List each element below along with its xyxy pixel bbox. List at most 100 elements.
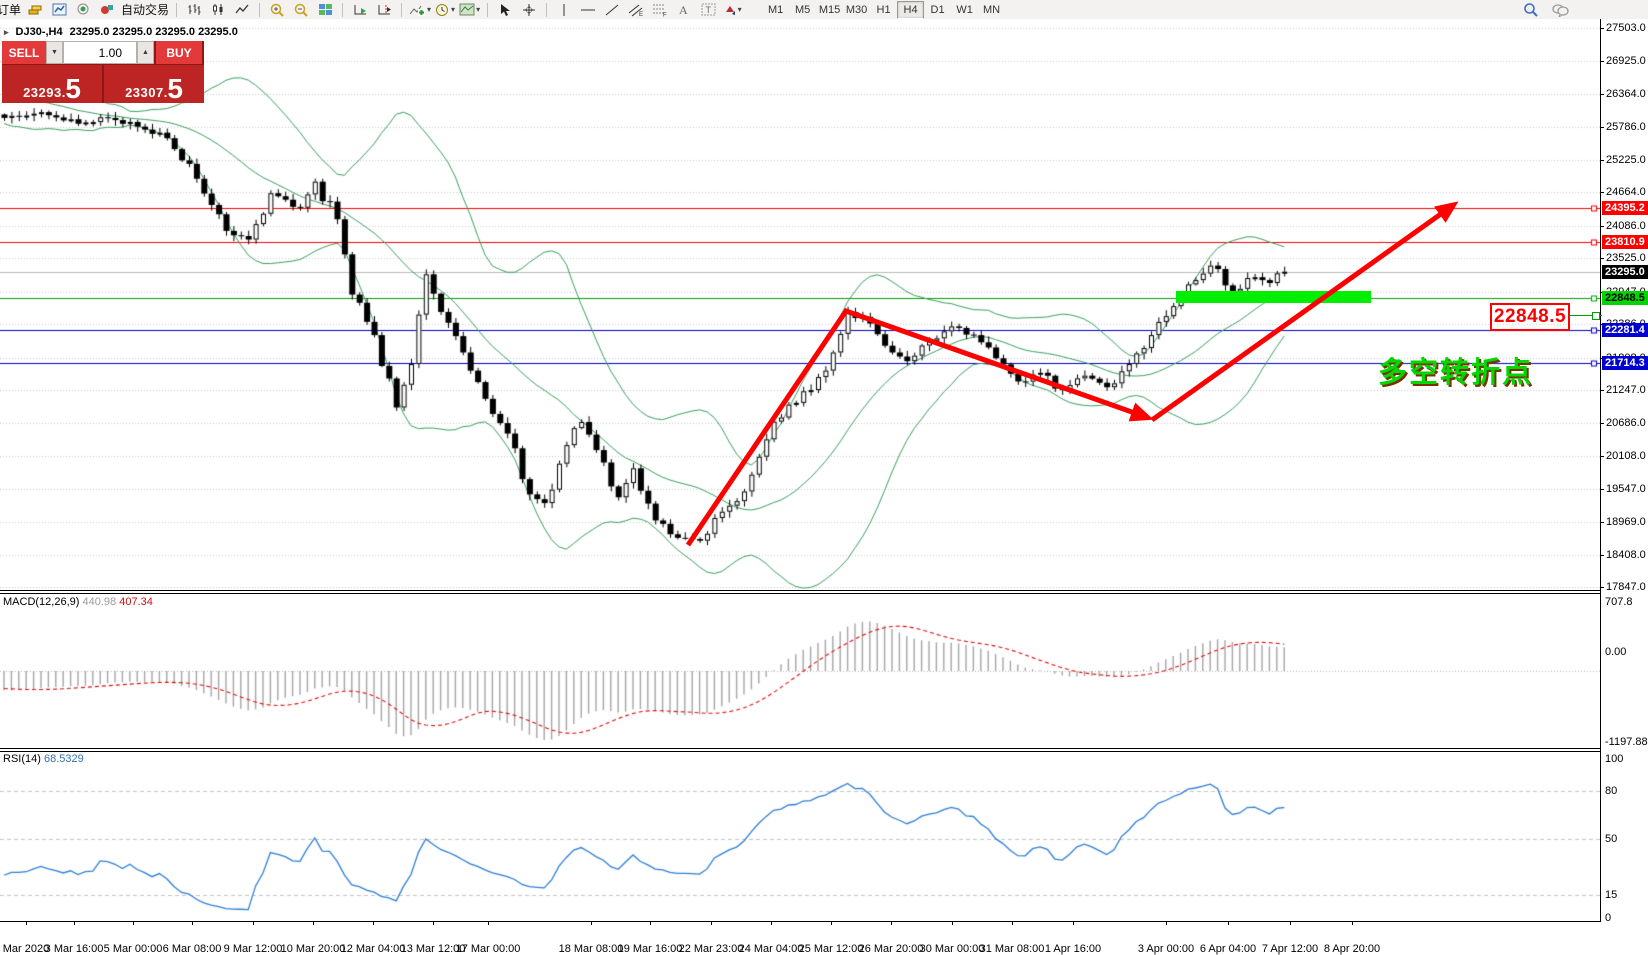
orders-menu[interactable]: 订单 <box>0 1 21 18</box>
mt4-window: 订单 自动交易 ▾ ▾ ▾ E F A T ▾ M1M5M15M30H1H4D1… <box>0 0 1648 939</box>
sell-price-panel[interactable]: 23293.5 <box>2 65 102 103</box>
text-label-tool-icon[interactable]: T <box>698 1 718 18</box>
highlight-bar[interactable] <box>1176 291 1371 303</box>
date-tickmark <box>952 921 953 925</box>
autotrade-icon[interactable] <box>97 1 117 18</box>
trendline-tool-icon[interactable] <box>602 1 622 18</box>
horizontal-line-tool-icon[interactable] <box>578 1 598 18</box>
main-chart-canvas[interactable] <box>0 19 1600 592</box>
volume-input[interactable]: 1.00 <box>63 41 137 64</box>
price-tickmark <box>1600 423 1604 424</box>
date-tickmark <box>1352 921 1353 925</box>
date-tick-label: 24 Mar 04:00 <box>739 943 804 955</box>
date-tick-label: 3 Apr 00:00 <box>1138 943 1194 955</box>
pane-splitter[interactable] <box>0 748 1601 749</box>
separator <box>342 3 343 17</box>
macd-scale-label: 0.00 <box>1605 646 1626 658</box>
price-tickmark <box>1600 456 1604 457</box>
crosshair-tool-icon[interactable] <box>519 1 539 18</box>
search-icon[interactable] <box>1520 1 1540 18</box>
sell-button[interactable]: SELL <box>2 41 46 64</box>
volume-increase-button[interactable]: ▲ <box>137 41 154 64</box>
signals-icon[interactable] <box>73 1 93 18</box>
rsi-pane-canvas[interactable] <box>0 751 1600 921</box>
date-tick-label: 1 Apr 16:00 <box>1045 943 1101 955</box>
date-tickmark <box>133 921 134 925</box>
line-chart-icon[interactable] <box>232 1 252 18</box>
macd-pane-canvas[interactable] <box>0 594 1600 748</box>
macd-main-value: 440.98 <box>82 596 116 608</box>
auto-scroll-icon[interactable] <box>350 1 370 18</box>
tile-windows-icon[interactable] <box>315 1 335 18</box>
timeframe-button-h1[interactable]: H1 <box>870 1 897 19</box>
price-level-label: 23295.0 <box>1602 265 1648 279</box>
date-tick-label: 12 Mar 04:00 <box>341 943 406 955</box>
pane-splitter[interactable] <box>0 751 1601 752</box>
chart-bottom-border <box>0 921 1601 922</box>
buy-button[interactable]: BUY <box>156 41 202 64</box>
timeframe-button-m5[interactable]: M5 <box>789 1 816 19</box>
date-tick-label: 7 Apr 12:00 <box>1262 943 1318 955</box>
rsi-scale-label: 80 <box>1605 785 1617 797</box>
rsi-value: 68.5329 <box>44 753 84 765</box>
arrows-tool-icon[interactable]: ▾ <box>722 1 742 18</box>
zoom-in-icon[interactable] <box>267 1 287 18</box>
date-tickmark <box>253 921 254 925</box>
turning-point-annotation[interactable]: 多空转折点 <box>1378 349 1533 391</box>
macd-scale-label: -1197.88 <box>1605 736 1648 748</box>
autotrade-button[interactable]: 自动交易 <box>121 1 169 18</box>
date-tickmark <box>1166 921 1167 925</box>
templates-icon[interactable]: ▾ <box>459 1 480 18</box>
svg-text:F: F <box>663 12 667 17</box>
price-box-annotation[interactable]: 22848.5 <box>1490 303 1570 331</box>
chat-icon[interactable] <box>1550 1 1570 18</box>
date-tick-label: 31 Mar 08:00 <box>980 943 1045 955</box>
price-tick: 17847.0 <box>1606 581 1646 593</box>
cursor-tool-icon[interactable] <box>495 1 515 18</box>
fibonacci-tool-icon[interactable]: F <box>650 1 670 18</box>
date-tick-label: 6 Mar 08:00 <box>163 943 222 955</box>
new-order-icon[interactable] <box>25 1 45 18</box>
channel-tool-icon[interactable]: E <box>626 1 646 18</box>
price-axis-line <box>1600 19 1601 921</box>
price-level-label: 23810.9 <box>1602 235 1648 249</box>
timeframe-button-mn[interactable]: MN <box>978 1 1005 19</box>
indicators-icon[interactable]: ▾ <box>409 1 431 18</box>
date-tickmark <box>192 921 193 925</box>
price-tick: 23525.0 <box>1606 252 1646 264</box>
price-tickmark <box>1600 61 1604 62</box>
timeframe-button-m15[interactable]: M15 <box>816 1 843 19</box>
price-tick: 20686.0 <box>1606 417 1646 429</box>
price-tickmark <box>1600 522 1604 523</box>
date-tick-label: 26 Mar 20:00 <box>859 943 924 955</box>
pane-splitter[interactable] <box>0 593 1601 594</box>
price-tick: 20108.0 <box>1606 450 1646 462</box>
vertical-line-tool-icon[interactable] <box>554 1 574 18</box>
timeframe-button-d1[interactable]: D1 <box>924 1 951 19</box>
text-tool-icon[interactable]: A <box>674 1 694 18</box>
zoom-out-icon[interactable] <box>291 1 311 18</box>
timeframes-icon[interactable]: ▾ <box>435 1 455 18</box>
price-tick: 25225.0 <box>1606 154 1646 166</box>
price-tickmark <box>1600 94 1604 95</box>
timeframe-button-w1[interactable]: W1 <box>951 1 978 19</box>
candlestick-chart-icon[interactable] <box>208 1 228 18</box>
svg-text:T: T <box>705 5 711 15</box>
buy-price-panel[interactable]: 23307.5 <box>104 65 204 103</box>
timeframe-button-h4[interactable]: H4 <box>897 1 924 19</box>
timeframe-button-m1[interactable]: M1 <box>762 1 789 19</box>
bar-chart-icon[interactable] <box>184 1 204 18</box>
price-tick: 24086.0 <box>1606 220 1646 232</box>
market-watch-icon[interactable] <box>49 1 69 18</box>
volume-decrease-button[interactable]: ▼ <box>46 41 63 64</box>
separator <box>487 3 488 17</box>
timeframe-button-m30[interactable]: M30 <box>843 1 870 19</box>
chart-shift-icon[interactable] <box>374 1 394 18</box>
pane-splitter[interactable] <box>0 590 1601 591</box>
date-tickmark <box>1073 921 1074 925</box>
date-tickmark <box>711 921 712 925</box>
date-tick-label: 6 Apr 04:00 <box>1200 943 1256 955</box>
sell-price-main: 23293 <box>23 85 62 100</box>
macd-label: MACD(12,26,9) 440.98 407.34 <box>3 596 153 608</box>
date-tickmark <box>591 921 592 925</box>
